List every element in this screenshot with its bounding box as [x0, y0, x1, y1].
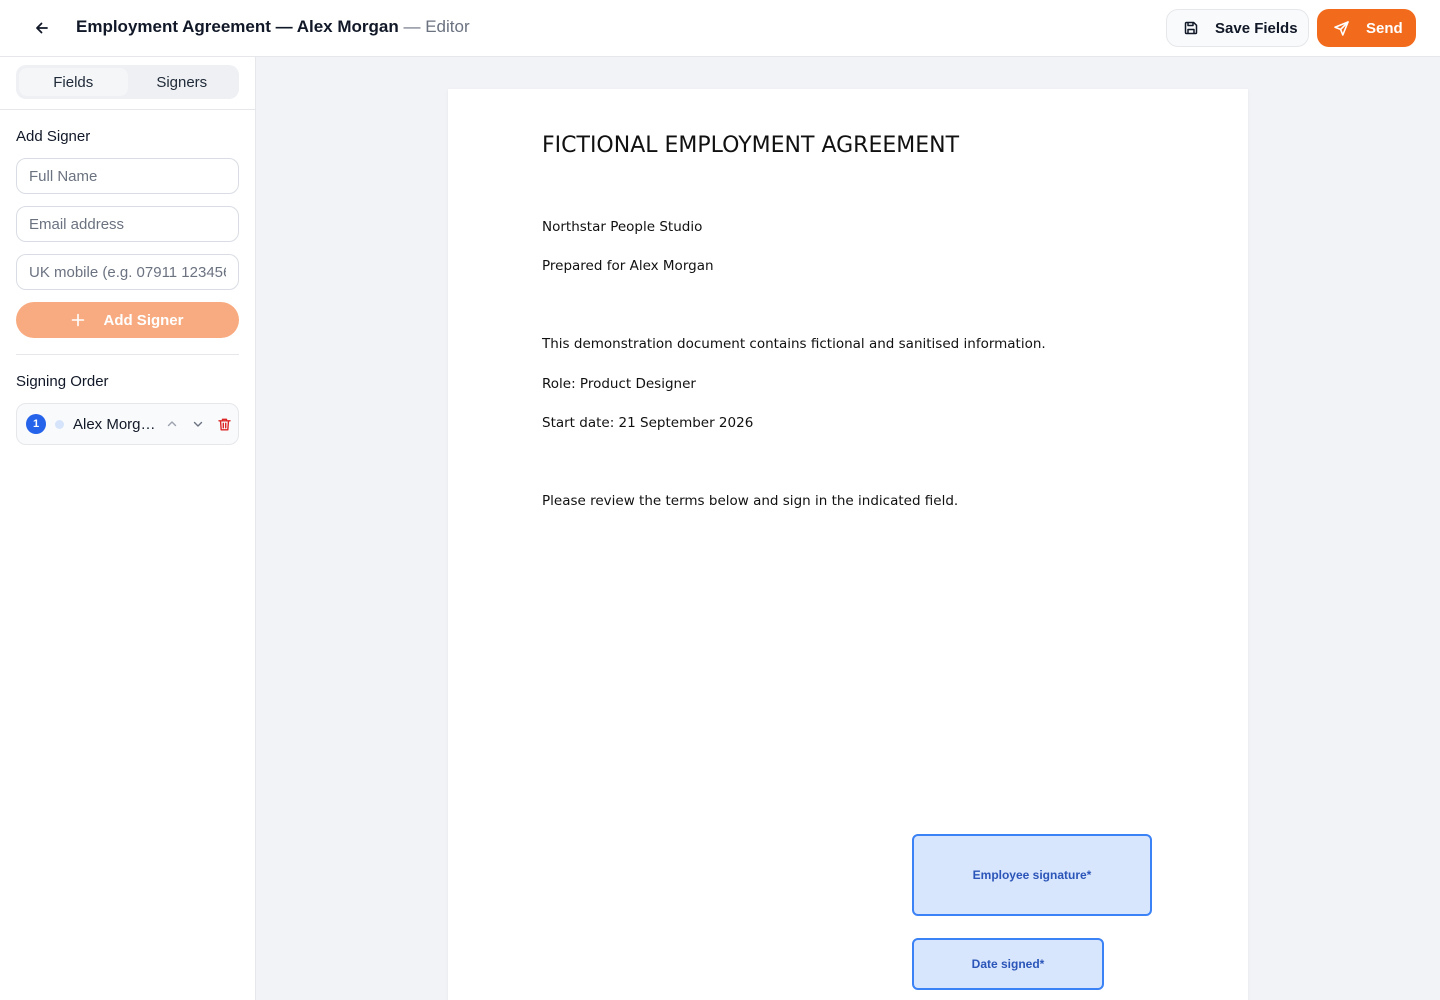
signer-row[interactable]: 1 Alex Morgan [16, 403, 239, 445]
document-line: Northstar People Studio [542, 219, 703, 235]
document-canvas[interactable]: FICTIONAL EMPLOYMENT AGREEMENT Northstar… [256, 57, 1440, 1000]
move-down-button[interactable] [189, 415, 207, 433]
tab-fields[interactable]: Fields [19, 68, 128, 96]
send-button[interactable]: Send [1317, 9, 1416, 47]
tab-signers[interactable]: Signers [128, 68, 237, 96]
send-label: Send [1366, 19, 1403, 37]
signing-order-heading: Signing Order [16, 373, 109, 390]
move-up-button[interactable] [163, 415, 181, 433]
save-fields-label: Save Fields [1215, 19, 1298, 37]
trash-icon [217, 418, 231, 430]
full-name-input[interactable] [16, 158, 239, 194]
document-line: Start date: 21 September 2026 [542, 415, 754, 431]
document-line: Prepared for Alex Morgan [542, 258, 714, 274]
arrow-left-icon [36, 22, 48, 34]
back-button[interactable] [28, 14, 56, 42]
document-line: Role: Product Designer [542, 376, 696, 392]
send-icon [1334, 20, 1349, 36]
document-title: Employment Agreement — Alex Morgan [76, 17, 399, 36]
chevron-down-icon [193, 421, 203, 427]
divider [0, 109, 256, 110]
chevron-up-icon [167, 421, 177, 427]
signer-color-dot [55, 419, 64, 429]
mobile-input[interactable] [16, 254, 239, 290]
plus-icon [72, 313, 85, 327]
save-fields-button[interactable]: Save Fields [1166, 9, 1309, 47]
signing-order-badge: 1 [26, 414, 46, 434]
sidebar: Fields Signers Add Signer Add Signer Sig… [0, 57, 256, 1000]
add-signer-button[interactable]: Add Signer [16, 302, 239, 338]
sidebar-tabs: Fields Signers [16, 65, 239, 99]
date-signed-field[interactable]: Date signed* [912, 938, 1104, 990]
add-signer-label: Add Signer [103, 311, 184, 329]
top-bar: Employment Agreement — Alex Morgan — Edi… [0, 0, 1440, 57]
delete-signer-button[interactable] [215, 415, 233, 433]
document-line: This demonstration document contains fic… [542, 336, 1046, 352]
save-icon [1184, 21, 1198, 35]
document-line: Please review the terms below and sign i… [542, 493, 959, 509]
page-title: Employment Agreement — Alex Morgan — Edi… [76, 17, 470, 37]
document-page[interactable]: FICTIONAL EMPLOYMENT AGREEMENT Northstar… [448, 89, 1248, 1000]
signer-name: Alex Morgan [73, 415, 157, 433]
document-heading: FICTIONAL EMPLOYMENT AGREEMENT [542, 133, 960, 158]
email-input[interactable] [16, 206, 239, 242]
divider [16, 354, 239, 355]
add-signer-heading: Add Signer [16, 128, 91, 145]
employee-signature-field[interactable]: Employee signature* [912, 834, 1152, 916]
editor-suffix: — Editor [398, 17, 470, 36]
